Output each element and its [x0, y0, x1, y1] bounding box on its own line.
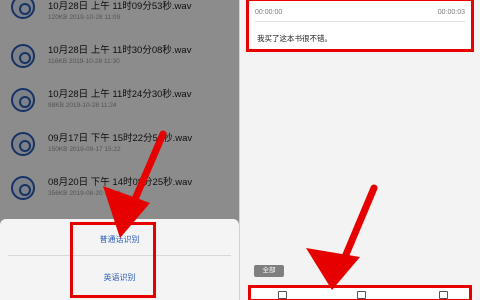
copy-icon[interactable] — [278, 291, 287, 299]
recordings-screen: 10月28日 上午 11时09分53秒.wav 120KB 2019-10-28… — [0, 0, 239, 300]
edit-icon[interactable] — [357, 291, 366, 299]
recognition-sheet: 普通话识别 英语识别 — [0, 219, 239, 300]
transcript-card[interactable]: 00:00:00 00:00:03 我买了这本书很不错。 — [246, 0, 474, 52]
transcript-text[interactable]: 我买了这本书很不错。 — [257, 33, 332, 44]
start-time: 00:00:00 — [255, 9, 283, 16]
transcript-screen: 00:00:00 00:00:03 我买了这本书很不错。 全部 — [240, 0, 480, 300]
share-icon[interactable] — [439, 291, 448, 299]
select-all-button[interactable]: 全部 — [254, 265, 284, 277]
end-time: 00:00:03 — [437, 9, 465, 16]
highlight-box — [70, 222, 156, 298]
timeline-divider — [255, 21, 465, 22]
bottom-toolbar — [248, 285, 472, 300]
